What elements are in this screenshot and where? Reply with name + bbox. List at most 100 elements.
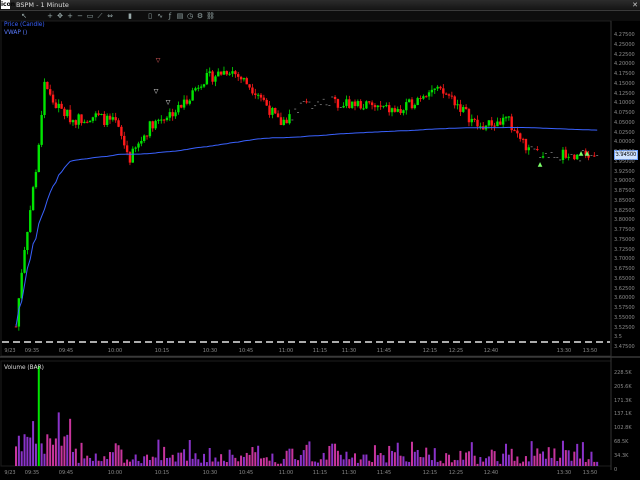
volume-bar <box>86 455 89 466</box>
volume-bar <box>214 457 217 466</box>
volume-bar <box>499 463 502 466</box>
volume-bar <box>245 452 248 466</box>
chart-canvas[interactable]: ▽▽▽▲▲ ▲ <box>0 0 640 480</box>
price-axis-tick: 3.72500 <box>614 246 635 253</box>
volume-bar <box>334 443 337 466</box>
volume-bar <box>80 442 83 466</box>
candle-body <box>97 113 100 115</box>
price-axis-tick: 3.82500 <box>614 207 635 214</box>
volume-bar <box>453 459 456 466</box>
volume-bar <box>556 460 559 466</box>
volume-bar <box>373 445 376 466</box>
volume-time-tick: 13:50 <box>582 470 598 476</box>
volume-bar <box>581 442 584 466</box>
candle-body <box>148 121 152 137</box>
volume-bar <box>348 459 351 466</box>
volume-time-tick: 12:25 <box>448 470 464 476</box>
volume-bar <box>485 458 488 466</box>
signal-marker: ▽ <box>156 57 161 64</box>
candle-body <box>362 108 365 110</box>
volume-bar <box>322 452 325 466</box>
time-axis-tick: 10:45 <box>238 348 254 354</box>
volume-bar <box>336 450 339 466</box>
volume-bar <box>43 453 46 466</box>
candle-body <box>111 117 115 120</box>
candle-body <box>399 109 402 114</box>
candle-body <box>479 126 482 128</box>
price-axis-tick: 4.07500 <box>614 110 635 116</box>
price-axis-tick: 3.57500 <box>614 305 635 311</box>
candle-body <box>422 96 425 99</box>
candle-body <box>151 121 154 129</box>
price-axis-tick: 3.85000 <box>614 197 635 204</box>
volume-axis-tick: 34.3K <box>614 452 629 459</box>
volume-bar <box>69 418 72 466</box>
candle-body <box>68 109 72 123</box>
volume-bar <box>302 450 305 466</box>
volume-bar <box>257 445 260 466</box>
volume-bar <box>40 443 43 466</box>
volume-bar <box>433 448 436 466</box>
candle-body <box>521 138 525 140</box>
volume-bar <box>177 452 180 466</box>
volume-time-tick: 11:15 <box>312 470 328 476</box>
volume-bar <box>237 461 240 466</box>
time-axis-tick: 09:35 <box>24 348 40 354</box>
volume-bar <box>291 448 294 466</box>
time-axis-tick: 13:50 <box>582 348 598 354</box>
vwap-label[interactable]: VWAP () <box>4 30 27 36</box>
candle-body <box>368 101 371 103</box>
volume-bar <box>83 458 86 466</box>
candle-body <box>276 113 280 118</box>
candle-body <box>396 109 399 112</box>
volume-bar <box>493 451 496 466</box>
candle-body <box>114 117 117 121</box>
volume-bar <box>402 456 405 466</box>
candle-body <box>561 149 565 160</box>
price-axis-tick: 4.15000 <box>614 80 635 87</box>
candle-body <box>37 144 40 173</box>
volume-time-tick: 10:30 <box>202 470 218 476</box>
candle-body <box>205 73 209 85</box>
volume-bar <box>137 460 140 466</box>
volume-bar <box>225 462 228 466</box>
volume-bar <box>242 456 245 466</box>
candle-body <box>425 96 428 98</box>
volume-bar <box>100 461 103 466</box>
candle-body <box>430 89 434 93</box>
candle-body <box>211 71 214 82</box>
volume-bar <box>522 461 525 466</box>
time-axis-tick: 10:15 <box>154 348 170 354</box>
price-study-label[interactable]: Price (Candle) <box>4 22 45 28</box>
volume-bar <box>140 463 143 466</box>
volume-bar <box>57 412 60 466</box>
volume-bar <box>46 434 49 466</box>
candle-body <box>262 97 266 100</box>
volume-bar <box>194 453 197 466</box>
price-axis-tick: 3.67500 <box>614 266 635 272</box>
volume-bar <box>379 453 382 466</box>
candle-body <box>71 120 75 123</box>
candle-body <box>524 138 528 151</box>
volume-bar <box>271 453 274 466</box>
volume-pane-label[interactable]: Volume (BAR) <box>4 365 44 371</box>
volume-bar <box>63 436 66 466</box>
candle-body <box>265 99 268 106</box>
candle-body <box>134 147 137 149</box>
volume-bar <box>331 443 334 466</box>
candle-body <box>154 120 157 129</box>
candle-body <box>376 105 379 108</box>
volume-bar <box>419 456 422 466</box>
volume-bar <box>297 460 300 466</box>
candle-body <box>402 110 405 114</box>
candle-body <box>470 118 474 123</box>
volume-bar <box>530 441 533 466</box>
volume-bar <box>553 448 556 466</box>
price-axis-tick: 3.77500 <box>614 227 635 233</box>
volume-bar <box>32 421 35 466</box>
signal-marker: ▽ <box>166 99 171 106</box>
candle-body <box>342 105 345 108</box>
volume-bar <box>148 460 151 466</box>
volume-time-tick: 10:15 <box>154 470 170 476</box>
candle-body <box>510 116 513 131</box>
